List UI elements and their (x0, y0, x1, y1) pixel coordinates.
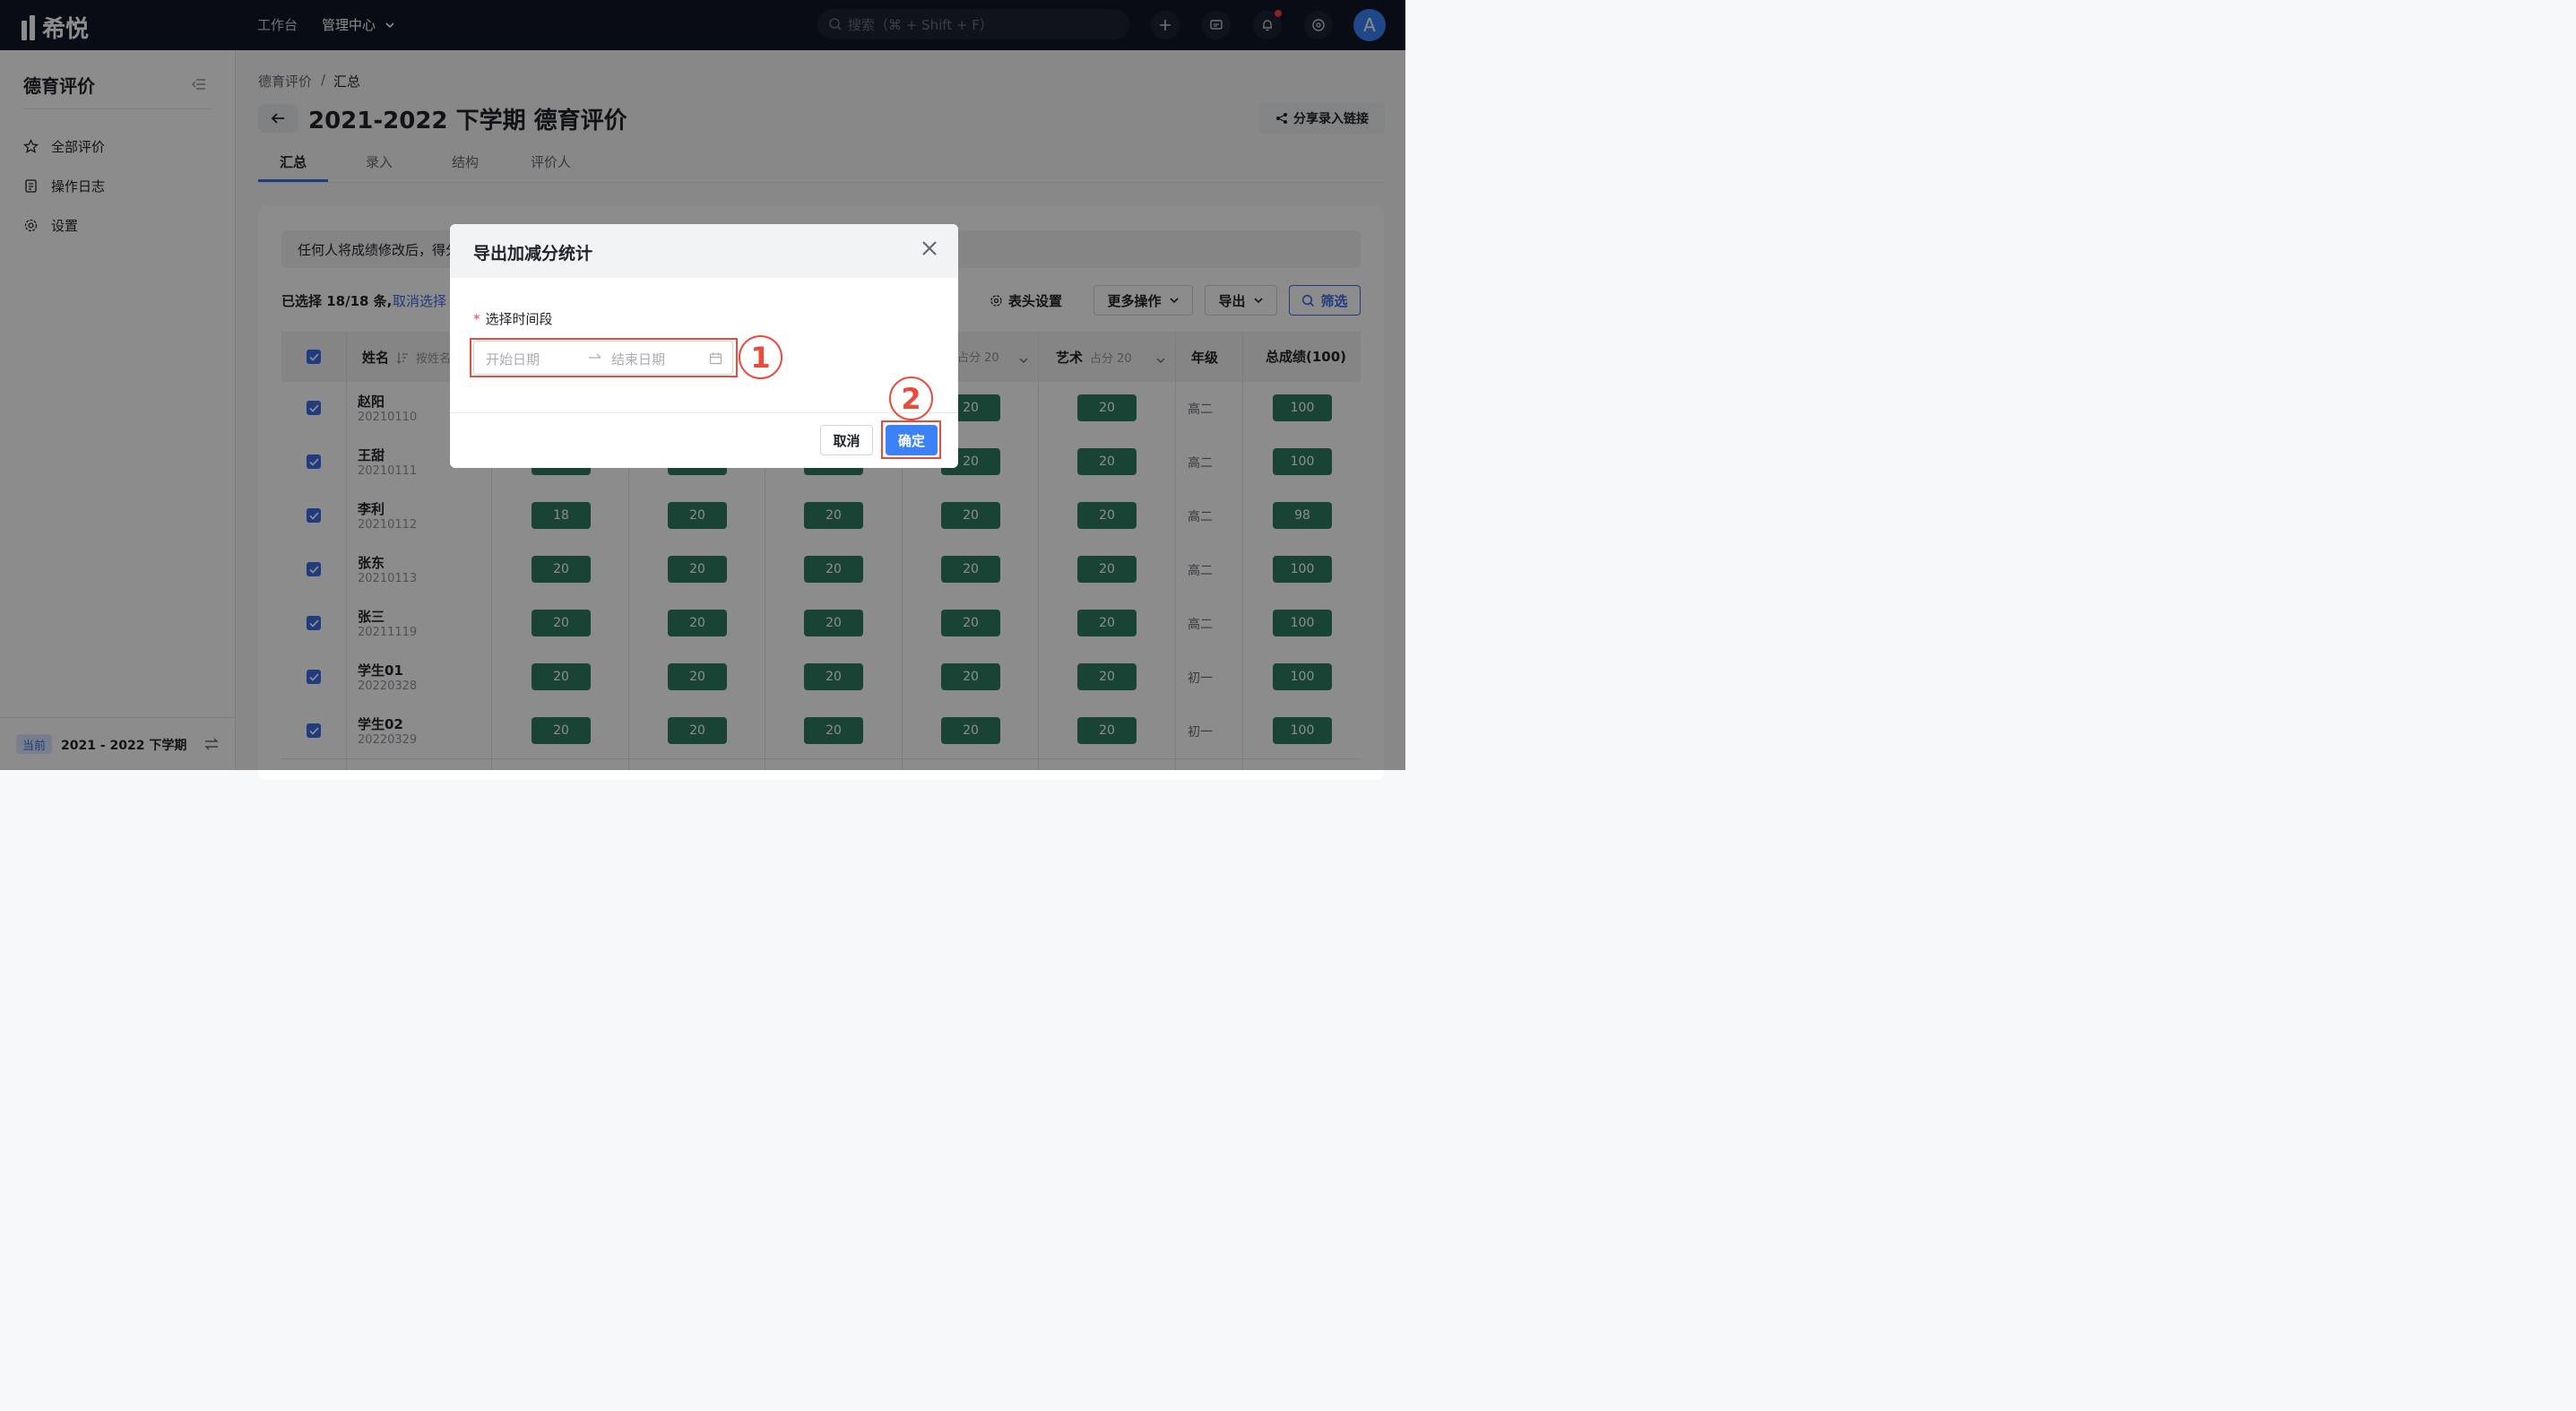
highlight-box-confirm (881, 420, 941, 459)
time-range-label: * 选择时间段 (473, 309, 553, 328)
close-icon[interactable] (921, 240, 938, 260)
dialog-title: 导出加减分统计 (473, 244, 593, 264)
highlight-box-date-range (470, 338, 738, 377)
step-marker-2: 2 (889, 377, 933, 420)
required-mark: * (473, 311, 480, 327)
step-marker-1: 1 (739, 335, 782, 379)
time-range-label-text: 选择时间段 (485, 311, 553, 327)
dialog-footer-divider (450, 412, 958, 413)
cancel-button[interactable]: 取消 (820, 425, 873, 455)
